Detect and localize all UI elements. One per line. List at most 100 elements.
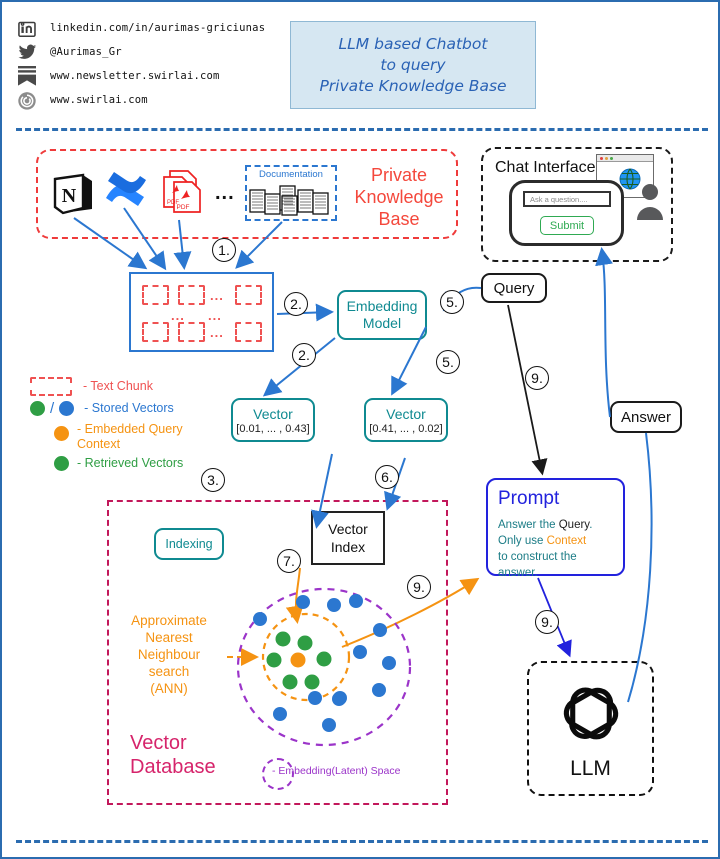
pkb-label-line: Private (370, 165, 428, 185)
svg-text:PDF: PDF (167, 200, 179, 206)
text-chunk (142, 322, 169, 342)
chat-input-placeholder: Ask a question.... (530, 194, 588, 204)
legend-item: - Retrieved Vectors (30, 452, 220, 474)
confluence-icon (104, 168, 148, 208)
embedding-model-box: Embedding Model (337, 290, 427, 340)
step-9a: 9. (525, 366, 549, 390)
step-2b: 2. (292, 343, 316, 367)
submit-button[interactable]: Submit (540, 216, 594, 235)
text-chunk (178, 322, 205, 342)
top-divider (16, 128, 708, 131)
chunk-col-ellipsis: ... (171, 308, 185, 323)
chunk-col-ellipsis: ... (208, 308, 222, 323)
header-link-row[interactable]: www.newsletter.swirlai.com (14, 64, 314, 88)
indexing-box: Indexing (154, 528, 224, 560)
text-chunk-swatch (30, 377, 72, 396)
vector-value: [0.01, ... , 0.43] (236, 422, 310, 435)
legend-item: - Embedded Query Context (30, 420, 220, 452)
vector-value: [0.41, ... , 0.02] (369, 422, 443, 435)
legend-label: - Retrieved Vectors (77, 455, 184, 470)
chunk-row-ellipsis: ... (210, 288, 224, 303)
vector-index-label: Index (330, 539, 366, 555)
stored-vectors-swatch (59, 401, 75, 416)
vdb-label-line: Database (130, 756, 216, 778)
header-links: linkedin.com/in/aurimas-griciunas @Aurim… (14, 16, 314, 112)
step-7: 7. (277, 549, 301, 573)
step-3: 3. (201, 468, 225, 492)
ann-label-line: Nearest (145, 630, 193, 645)
step-5b: 5. (436, 350, 460, 374)
sources-ellipsis: ... (215, 182, 235, 204)
linkedin-icon (14, 15, 40, 41)
prompt-title: Prompt (498, 488, 560, 509)
legend-item: / - Stored Vectors (30, 397, 220, 420)
legend: - Text Chunk / - Stored Vectors - Embedd… (30, 376, 220, 474)
openai-logo-icon (563, 686, 618, 739)
text-chunk (142, 285, 169, 305)
vector-index-box: Vector Index (311, 511, 385, 565)
chat-widget[interactable] (509, 180, 624, 246)
legend-label: - Text Chunk (83, 379, 153, 393)
vector-database-label: Vector Database (130, 731, 260, 779)
svg-text:N: N (62, 185, 77, 207)
text-chunk (235, 322, 262, 342)
step-2a: 2. (284, 292, 308, 316)
vector-title: Vector (386, 405, 426, 422)
header-link-label: www.newsletter.swirlai.com (50, 70, 220, 82)
header-link-row[interactable]: www.swirlai.com (14, 88, 314, 112)
prompt-line-2: Only use Context (498, 533, 613, 549)
step-6: 6. (375, 465, 399, 489)
legend-label: - Stored Vectors (84, 401, 174, 415)
page-title-line: Private Knowledge Base (319, 76, 507, 95)
prompt-text: Answer the (498, 519, 559, 531)
query-box: Query (481, 273, 547, 303)
twitter-icon (14, 39, 40, 65)
page-title-line: LLM based Chatbot (338, 34, 488, 53)
prompt-context-word: Context (546, 535, 587, 547)
ann-label-line: (ANN) (150, 681, 188, 696)
pkb-label-line: Knowledge (354, 187, 444, 207)
legend-separator: / (50, 400, 55, 417)
llm-box: LLM (527, 661, 654, 796)
header-link-label: @Aurimas_Gr (50, 46, 122, 58)
browser-titlebar (597, 155, 653, 162)
text-chunk (178, 285, 205, 305)
retrieved-vectors-swatch (54, 455, 69, 471)
private-knowledge-base-label: Private Knowledge Base (347, 164, 451, 230)
latent-space-legend-label: - Embedding(Latent) Space (272, 765, 401, 777)
vdb-label-line: Vector (130, 732, 187, 754)
vector-box-right: Vector [0.41, ... , 0.02] (364, 398, 448, 442)
embedding-model-label: Model (362, 315, 402, 331)
user-avatar-icon (634, 182, 666, 220)
llm-label: LLM (570, 756, 611, 780)
step-1: 1. (212, 238, 236, 262)
prompt-line-3: to construct the answer. (498, 551, 577, 579)
legend-item: - Text Chunk (30, 376, 220, 397)
header-link-row[interactable]: @Aurimas_Gr (14, 40, 314, 64)
header-link-label: www.swirlai.com (50, 94, 148, 106)
pkb-label-line: Base (378, 209, 420, 229)
ann-label-line: Neighbour (137, 647, 201, 662)
ann-label-line: Approximate (131, 613, 207, 628)
text-chunk (235, 285, 262, 305)
documentation-label: Documentation (259, 169, 323, 180)
ann-label-line: search (148, 664, 190, 679)
notion-icon: N (50, 170, 96, 216)
vector-index-label: Vector (328, 521, 368, 537)
header-link-label: linkedin.com/in/aurimas-griciunas (50, 22, 266, 34)
step-9c: 9. (535, 610, 559, 634)
chat-input[interactable]: Ask a question.... (523, 191, 611, 207)
prompt-box: Prompt Answer the Query. Only use Contex… (486, 478, 625, 579)
chat-interface-title: Chat Interface (495, 159, 596, 176)
prompt-line-1: Answer the Query. (498, 517, 613, 533)
bottom-divider (16, 840, 708, 843)
newsletter-icon (14, 63, 40, 89)
pdf-icon: PDF PDF (154, 168, 210, 218)
answer-box: Answer (610, 401, 682, 433)
vector-title: Vector (253, 405, 293, 422)
swirl-logo-icon (14, 87, 40, 113)
page-title: LLM based Chatbot to query Private Knowl… (290, 21, 536, 109)
step-9b: 9. (407, 575, 431, 599)
header-link-row[interactable]: linkedin.com/in/aurimas-griciunas (14, 16, 314, 40)
vector-box-left: Vector [0.01, ... , 0.43] (231, 398, 315, 442)
